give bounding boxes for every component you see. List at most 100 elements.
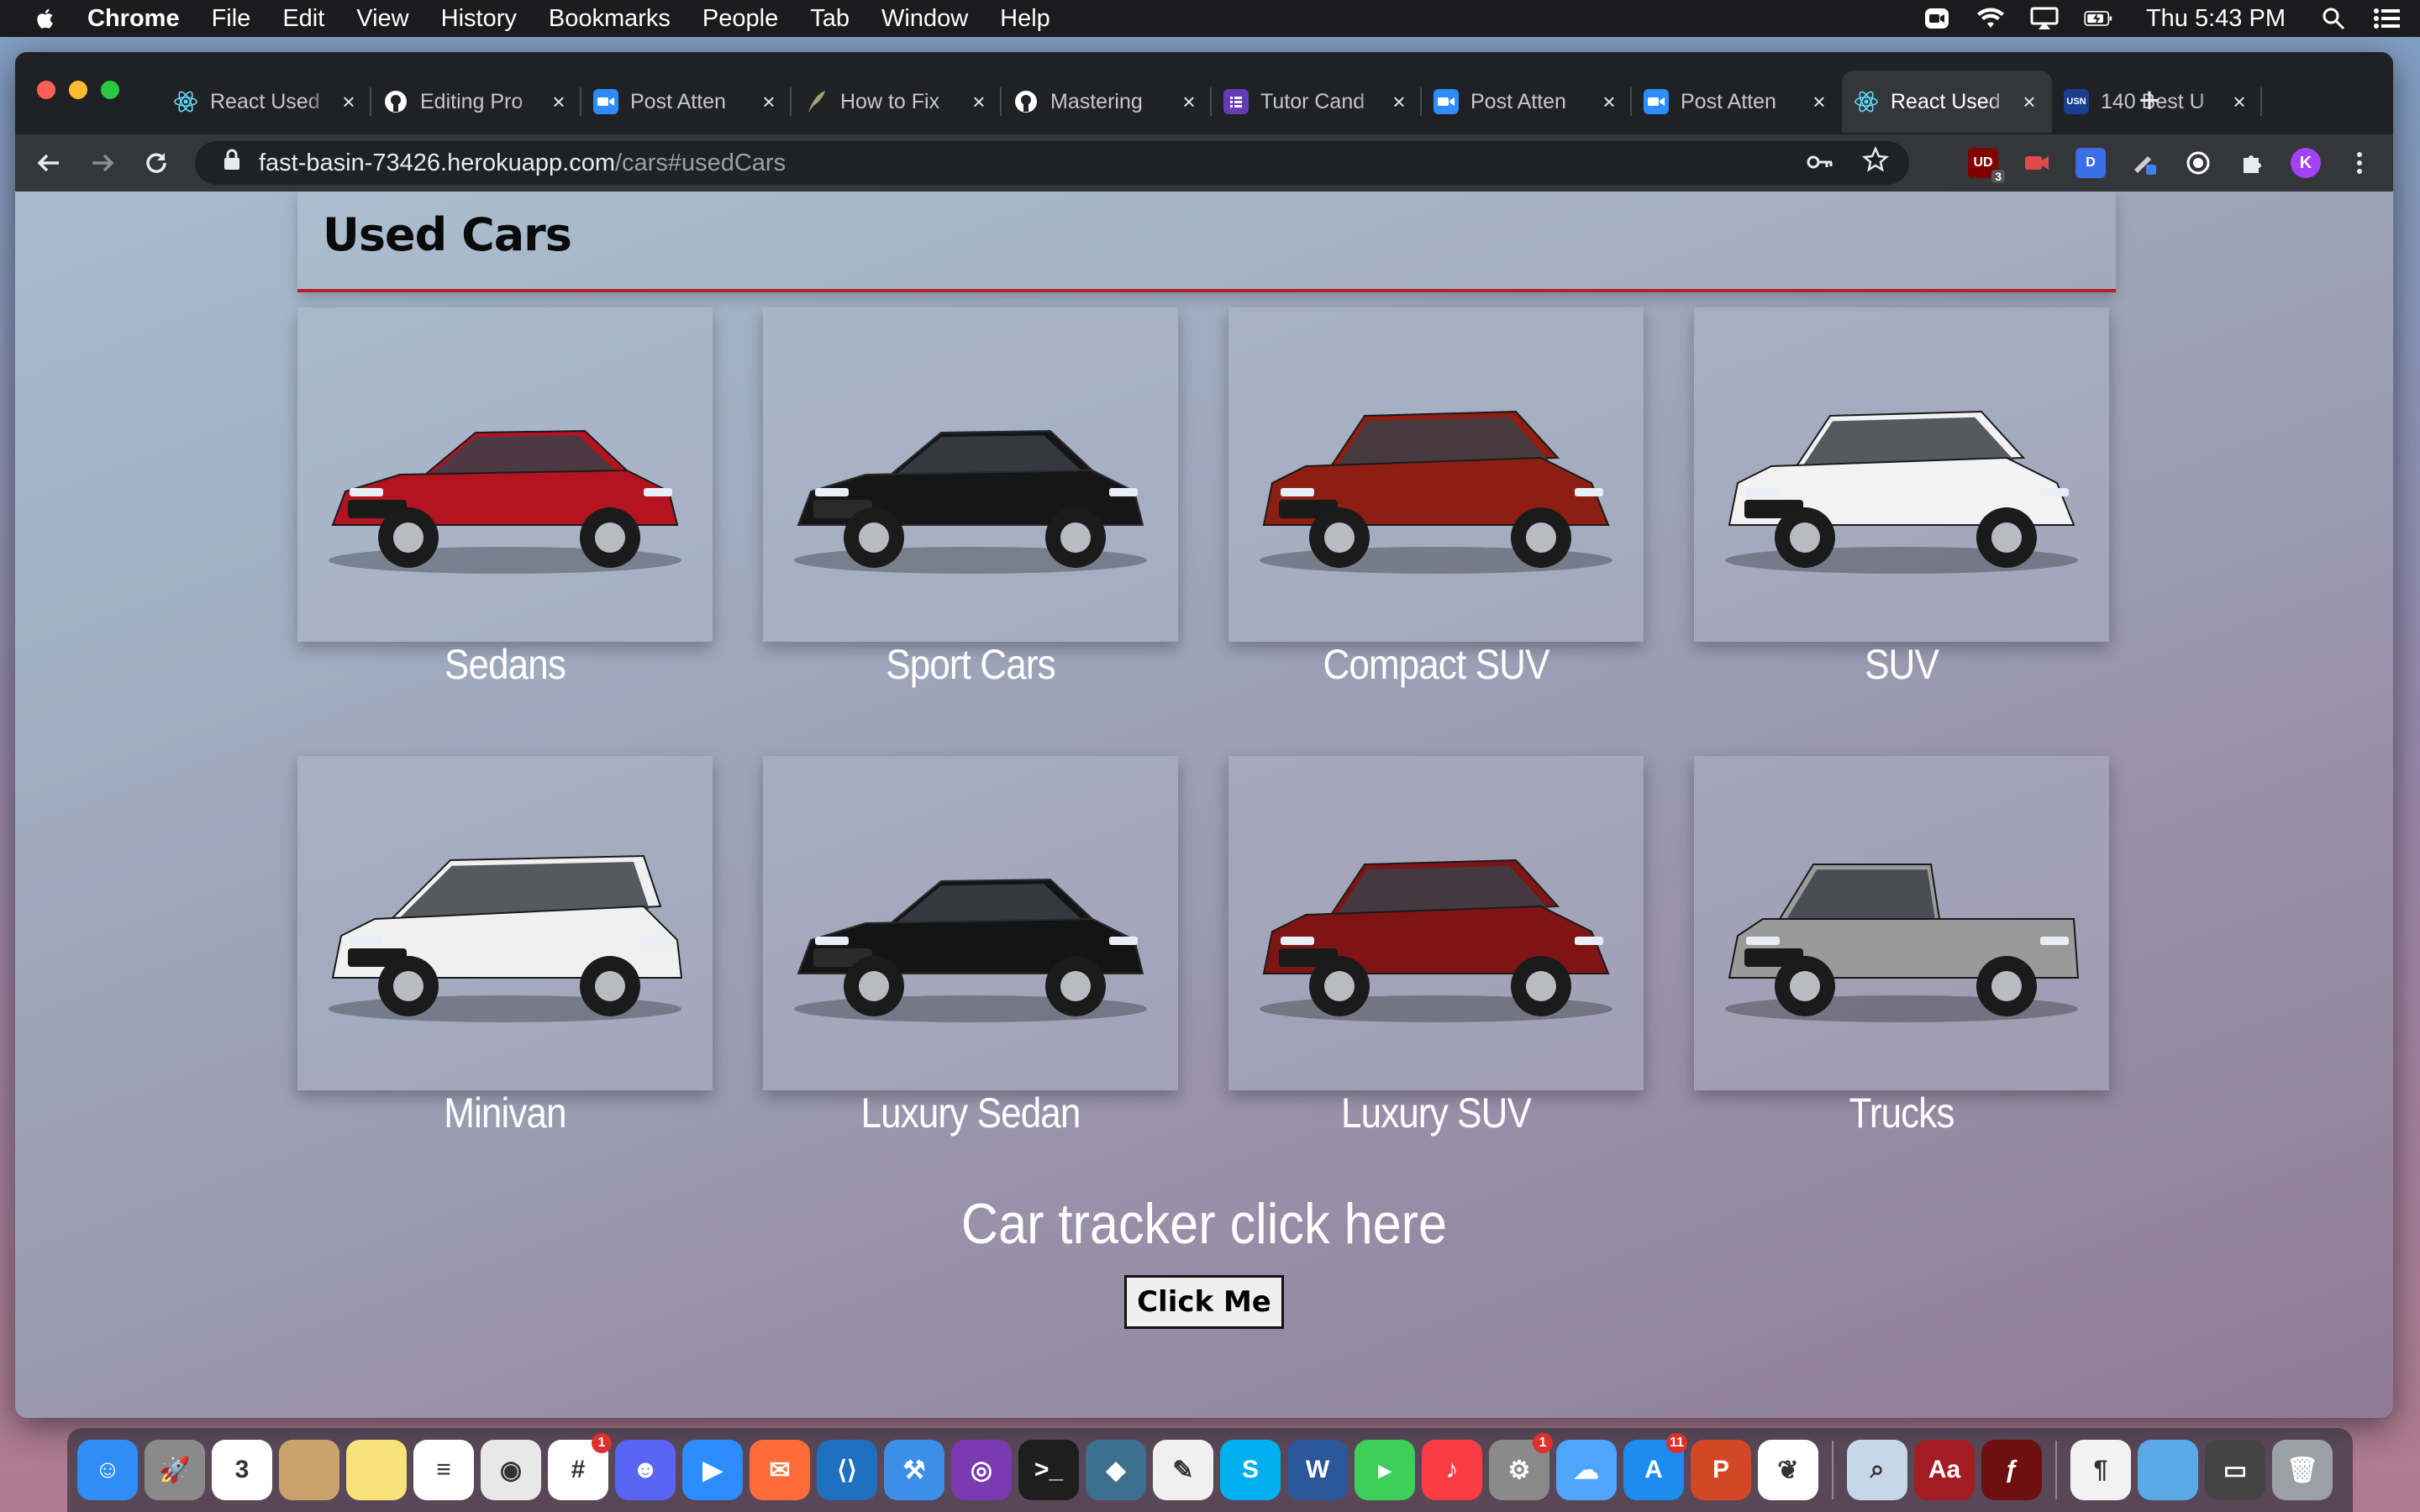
mongodb-icon[interactable]: ❦ [1758,1440,1818,1500]
menu-app-name[interactable]: Chrome [87,5,180,33]
finder-icon[interactable]: ☺ [77,1440,138,1500]
xcode-icon[interactable]: ⚒ [884,1440,944,1500]
close-window-button[interactable] [37,81,55,99]
ublock-icon[interactable]: UD 3 [1968,148,2005,183]
profile-avatar[interactable]: K [2291,148,2321,178]
car-category-card[interactable]: Trucks [1694,756,2109,1137]
launchpad-icon[interactable]: 🚀 [145,1440,205,1500]
menu-history[interactable]: History [441,5,517,33]
car-category-card[interactable]: Minivan [297,756,713,1137]
screenshot-icon[interactable]: ▭ [2205,1440,2265,1500]
zoom-window-button[interactable] [101,81,119,99]
car-category-label[interactable]: Luxury SUV [1254,1089,1619,1137]
menu-window[interactable]: Window [881,5,968,33]
menu-help[interactable]: Help [1000,5,1050,33]
battery-icon[interactable] [2084,6,2112,31]
facetime-icon[interactable]: ▸ [1355,1440,1415,1500]
menubar-clock[interactable]: Thu 5:43 PM [2146,5,2286,33]
car-category-card[interactable]: Luxury SUV [1228,756,1644,1137]
compact-suv-icon[interactable] [1228,307,1644,642]
reload-button[interactable] [136,143,176,183]
github-desktop-icon[interactable]: ◎ [951,1440,1012,1500]
close-tab-icon[interactable]: × [1178,91,1200,113]
chrome-icon[interactable]: ◉ [481,1440,541,1500]
luxury-suv-icon[interactable] [1228,756,1644,1090]
calendar-icon[interactable]: 3 [212,1440,272,1500]
menu-file[interactable]: File [212,5,251,33]
flash-icon[interactable]: ƒ [1981,1440,2042,1500]
car-category-card[interactable]: Compact SUV [1228,307,1644,688]
puzzle-icon[interactable] [2237,148,2267,178]
sedan-car-icon[interactable] [297,307,713,642]
airplay-icon[interactable] [2030,6,2059,31]
browser-tab[interactable]: Post Atten × [1632,71,1842,133]
new-tab-button[interactable]: + [2126,77,2173,124]
spotlight-search-icon[interactable] [2319,6,2348,31]
car-category-label[interactable]: SUV [1719,640,2085,689]
dictionary-icon[interactable]: Aa [1914,1440,1975,1500]
menu-view[interactable]: View [356,5,408,33]
minivan-icon[interactable] [297,756,713,1090]
notes-calendar-icon[interactable] [279,1440,339,1500]
car-category-label[interactable]: Luxury Sedan [788,1089,1154,1137]
car-category-label[interactable]: Minivan [323,1089,688,1137]
document-icon[interactable]: ¶ [2070,1440,2131,1500]
app-store-icon[interactable]: A 11 [1623,1433,1687,1500]
menu-tab[interactable]: Tab [810,5,850,33]
minimize-window-button[interactable] [69,81,87,99]
car-category-label[interactable]: Sedans [323,640,688,689]
skype-icon[interactable]: S [1220,1440,1281,1500]
video-extension-icon[interactable] [2022,148,2052,178]
close-tab-icon[interactable]: × [2228,91,2250,113]
circle-extension-icon[interactable] [2183,148,2213,178]
car-category-card[interactable]: SUV [1694,307,2109,688]
folder-icon[interactable] [2138,1440,2198,1500]
close-tab-icon[interactable]: × [2018,91,2040,113]
notes-icon[interactable] [346,1440,407,1500]
address-bar[interactable]: fast-basin-73426.herokuapp.com/cars#used… [195,141,1909,185]
lock-icon[interactable] [224,149,240,177]
terminal-icon[interactable]: >_ [1018,1440,1079,1500]
word-icon[interactable]: W [1287,1440,1348,1500]
browser-tab[interactable]: Post Atten × [581,71,792,133]
d-extension-icon[interactable]: D [2075,148,2106,178]
trash-icon[interactable]: 🗑 [2272,1440,2333,1500]
car-category-label[interactable]: Compact SUV [1254,640,1619,689]
browser-tab[interactable]: Editing Pro × [371,71,581,133]
apple-logo-icon[interactable] [32,5,59,32]
system-preferences-icon[interactable]: ⚙ 1 [1489,1433,1553,1500]
close-tab-icon[interactable]: × [1388,91,1410,113]
wifi-icon[interactable] [1976,6,2005,31]
browser-tab[interactable]: React Used × [161,71,371,133]
browser-tab[interactable]: How to Fix × [792,71,1002,133]
truck-icon[interactable] [1694,756,2109,1090]
kebab-menu-icon[interactable] [2344,148,2375,178]
menu-bookmarks[interactable]: Bookmarks [549,5,671,33]
control-center-icon[interactable] [2373,6,2402,31]
car-category-card[interactable]: Sport Cars [763,307,1178,688]
key-icon[interactable] [1807,150,1833,177]
close-tab-icon[interactable]: × [548,91,570,113]
postman-icon[interactable]: ✉ [750,1440,810,1500]
close-tab-icon[interactable]: × [1598,91,1620,113]
car-category-card[interactable]: Luxury Sedan [763,756,1178,1137]
browser-tab[interactable]: Tutor Cand × [1212,71,1422,133]
zoom-icon[interactable]: ▶ [682,1440,743,1500]
browser-tab[interactable]: Post Atten × [1422,71,1632,133]
car-category-label[interactable]: Sport Cars [788,640,1154,689]
eyedropper-icon[interactable] [2129,148,2160,178]
powerpoint-icon[interactable]: P [1691,1440,1751,1500]
slack-icon[interactable]: #1 [548,1433,612,1500]
car-category-card[interactable]: Sedans [297,307,713,688]
sport-car-icon[interactable] [763,307,1178,642]
menu-edit[interactable]: Edit [282,5,324,33]
browser-tab[interactable]: React Used × [1842,71,2052,133]
back-button[interactable] [29,143,69,183]
textedit-icon[interactable]: ✎ [1153,1440,1213,1500]
music-icon[interactable]: ♪ [1422,1440,1482,1500]
preview-icon[interactable]: ⌕ [1847,1440,1907,1500]
zoom-status-icon[interactable] [1923,6,1951,31]
car-category-label[interactable]: Trucks [1719,1089,2085,1137]
close-tab-icon[interactable]: × [758,91,780,113]
browser-tab[interactable]: Mastering × [1002,71,1212,133]
